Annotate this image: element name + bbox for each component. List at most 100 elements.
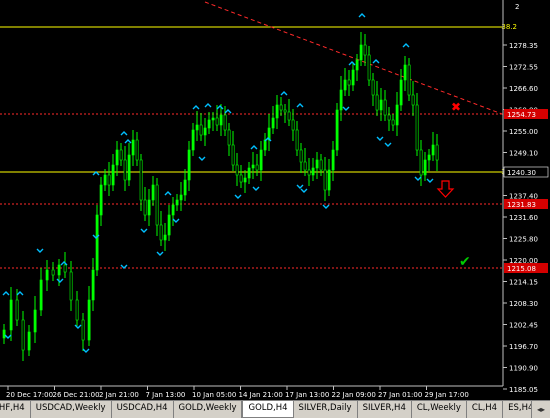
candle-body (167, 214, 171, 236)
tab-silver-daily[interactable]: SILVER,Daily (294, 401, 358, 418)
price-chart[interactable]: 38.223.6 2 ✖✔ 1278.351272.551266.601260.… (0, 0, 550, 400)
candle-body (135, 139, 139, 161)
candle-body (199, 124, 203, 136)
candle-body (259, 149, 263, 171)
candle-body (395, 104, 399, 126)
candle-body (399, 79, 403, 106)
candle-body (207, 119, 211, 129)
y-tick-label: 1214.15 (509, 279, 538, 287)
candle-body (327, 169, 331, 191)
fib-level-label: 38.2 (501, 23, 517, 31)
candle-body (331, 149, 335, 171)
level-price-label: 1254.73 (507, 111, 536, 119)
candle-body (69, 271, 73, 301)
x-tick-label: 17 Jan 13:00 (285, 391, 329, 399)
y-tick-label: 1255.00 (509, 128, 538, 136)
current-price-label: 1240.30 (507, 169, 536, 177)
candle-body (147, 199, 151, 216)
y-tick-label: 1249.10 (509, 150, 538, 158)
candle-body (411, 94, 415, 106)
buy-signal-icon: ✔ (459, 254, 471, 270)
tab-chf-h4[interactable]: CHF,H4 (0, 401, 31, 418)
candle-body (57, 264, 61, 276)
y-tick-label: 1225.80 (509, 236, 538, 244)
candle-body (347, 79, 351, 86)
candle-body (307, 169, 311, 176)
candle-body (375, 94, 379, 111)
candle-body (51, 269, 55, 276)
candle-body (423, 159, 427, 176)
candle-body (235, 164, 239, 176)
candle-body (127, 154, 131, 181)
candle-body (435, 144, 439, 161)
candle-body (271, 117, 275, 129)
candle-body (203, 127, 207, 136)
candle-body (227, 129, 231, 146)
tab-silver-h4[interactable]: SILVER,H4 (358, 401, 412, 418)
y-tick-label: 1202.45 (509, 322, 538, 330)
candle-body (243, 177, 247, 183)
candle-body (299, 149, 303, 163)
tab-scroll-arrows-icon[interactable]: ◂▸ (531, 401, 550, 418)
candle-body (391, 119, 395, 126)
candle-body (219, 114, 223, 126)
candle-body (239, 174, 243, 183)
candle-body (343, 79, 347, 91)
candle-body (379, 99, 383, 111)
candle-body (231, 144, 235, 166)
candle-body (95, 214, 99, 271)
candle-body (191, 129, 195, 151)
candle-body (195, 124, 199, 131)
candle-body (311, 167, 315, 176)
candle-body (251, 164, 255, 169)
candle-body (427, 154, 431, 161)
candle-body (63, 264, 67, 273)
candle-body (363, 44, 367, 56)
candle-body (87, 299, 91, 341)
x-tick-label: 29 Jan 17:00 (425, 391, 469, 399)
candle-body (15, 299, 19, 321)
candle-body (315, 159, 319, 169)
tab-gold-weekly[interactable]: GOLD,Weekly (174, 401, 243, 418)
candle-body (33, 309, 37, 333)
candle-body (431, 144, 435, 156)
y-tick-label: 1231.60 (509, 214, 538, 222)
candle-body (39, 279, 43, 311)
candle-body (115, 149, 119, 166)
candle-body (131, 139, 135, 156)
candle-body (111, 164, 115, 186)
candle-body (179, 194, 183, 201)
candle-body (403, 64, 407, 81)
candle-body (355, 59, 359, 71)
candle-body (143, 199, 147, 216)
level-price-label: 1231.83 (507, 201, 536, 209)
candle-body (91, 269, 95, 301)
candle-body (119, 149, 123, 161)
y-tick-label: 1190.90 (509, 365, 538, 373)
candle-body (171, 204, 175, 216)
y-tick-label: 1196.70 (509, 343, 538, 351)
candle-body (415, 104, 419, 151)
tab-usdcad-weekly[interactable]: USDCAD,Weekly (31, 401, 112, 418)
candle-body (9, 299, 13, 331)
candle-body (21, 319, 25, 351)
y-tick-label: 1266.60 (509, 85, 538, 93)
candle-body (279, 104, 283, 111)
candle-body (303, 161, 307, 171)
y-tick-label: 1185.05 (509, 386, 538, 394)
tab-cl-h4[interactable]: CL,H4 (467, 401, 504, 418)
candle-body (175, 199, 179, 206)
candle-body (183, 179, 187, 196)
candle-body (103, 174, 107, 186)
tab-usdcad-h4[interactable]: USDCAD,H4 (112, 401, 174, 418)
chart-tab-bar: CHF,H4USDCAD,WeeklyUSDCAD,H4GOLD,WeeklyG… (0, 400, 550, 418)
candle-body (215, 117, 219, 126)
candle-body (81, 319, 85, 341)
candle-body (159, 224, 163, 241)
candle-body (335, 109, 339, 151)
tab-cl-weekly[interactable]: CL,Weekly (412, 401, 467, 418)
x-tick-label: 26 Dec 21:00 (53, 391, 100, 399)
tab-gold-h4[interactable]: GOLD,H4 (242, 401, 294, 418)
candle-body (151, 184, 155, 201)
candle-body (223, 114, 227, 131)
